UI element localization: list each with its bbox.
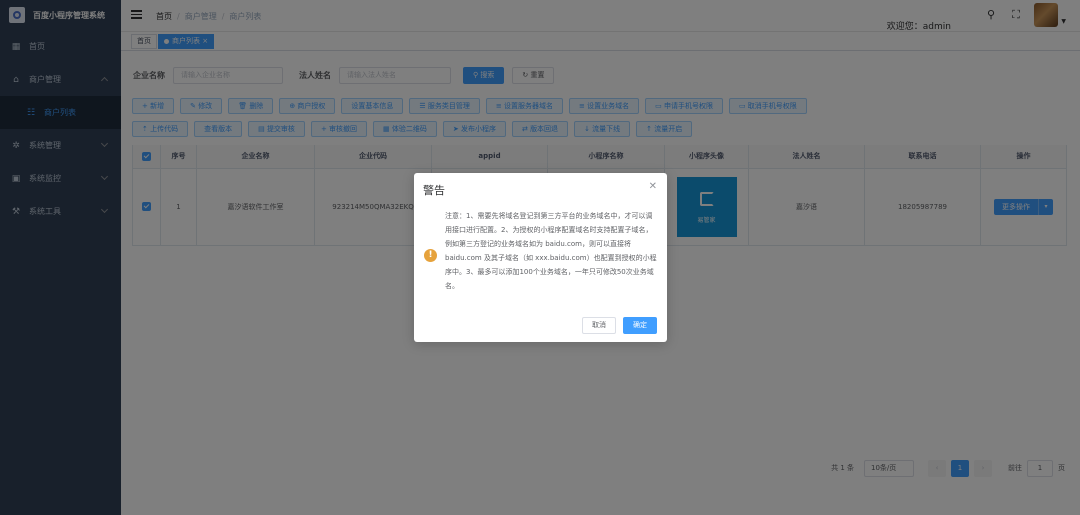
- confirm-button[interactable]: 确定: [623, 317, 657, 334]
- dialog-footer: 取消 确定: [582, 317, 657, 334]
- dialog-title: 警告: [423, 184, 445, 197]
- cancel-button[interactable]: 取消: [582, 317, 616, 334]
- warning-icon: !: [424, 249, 437, 262]
- dialog-message: 注意：1、需要先将域名登记到第三方平台的业务域名中，才可以调用接口进行配置。2、…: [445, 212, 657, 290]
- close-icon[interactable]: ✕: [649, 182, 657, 192]
- warning-dialog: 警告 ✕ ! 注意：1、需要先将域名登记到第三方平台的业务域名中，才可以调用接口…: [414, 173, 667, 342]
